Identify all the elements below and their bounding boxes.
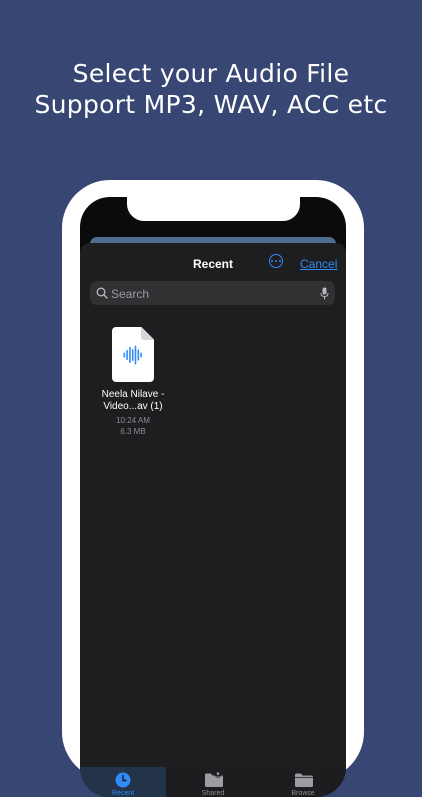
headline-line-1: Select your Audio File [72,59,350,88]
search-placeholder: Search [111,287,150,301]
file-size: 6.3 MB [120,427,146,436]
tab-shared-label: Shared [201,790,225,797]
headline: Select your Audio File Support MP3, WAV,… [0,58,422,120]
phone-screen: Recent Cancel Search Neela Nilave - Vide… [80,197,346,797]
tab-shared[interactable]: Shared [170,767,256,797]
more-options-button[interactable] [269,254,283,268]
file-item[interactable]: Neela Nilave - Video...av (1) 10:24 AM 6… [90,327,176,437]
tab-recent[interactable]: Recent [80,767,166,797]
tab-bar: Recent Shared Browse [80,767,346,797]
shared-folder-icon [205,771,223,787]
search-icon [96,287,108,299]
clock-icon [115,772,131,788]
folder-icon [295,773,313,787]
search-field[interactable]: Search [90,281,335,305]
waveform-icon [123,345,142,365]
tab-browse-label: Browse [291,790,315,797]
file-time: 10:24 AM [116,416,150,425]
tab-browse[interactable]: Browse [260,767,346,797]
audio-file-icon [112,327,154,382]
phone-frame: Recent Cancel Search Neela Nilave - Vide… [62,180,364,797]
document-picker-sheet: Recent Cancel Search Neela Nilave - Vide… [80,243,346,797]
cancel-button[interactable]: Cancel [300,257,337,271]
phone-notch [127,197,300,221]
microphone-icon[interactable] [320,287,329,300]
file-name: Neela Nilave - Video...av (1) [101,389,165,412]
headline-line-2: Support MP3, WAV, ACC etc [34,90,388,119]
ellipsis-circle-icon [271,260,273,262]
tab-recent-label: Recent [111,790,135,797]
